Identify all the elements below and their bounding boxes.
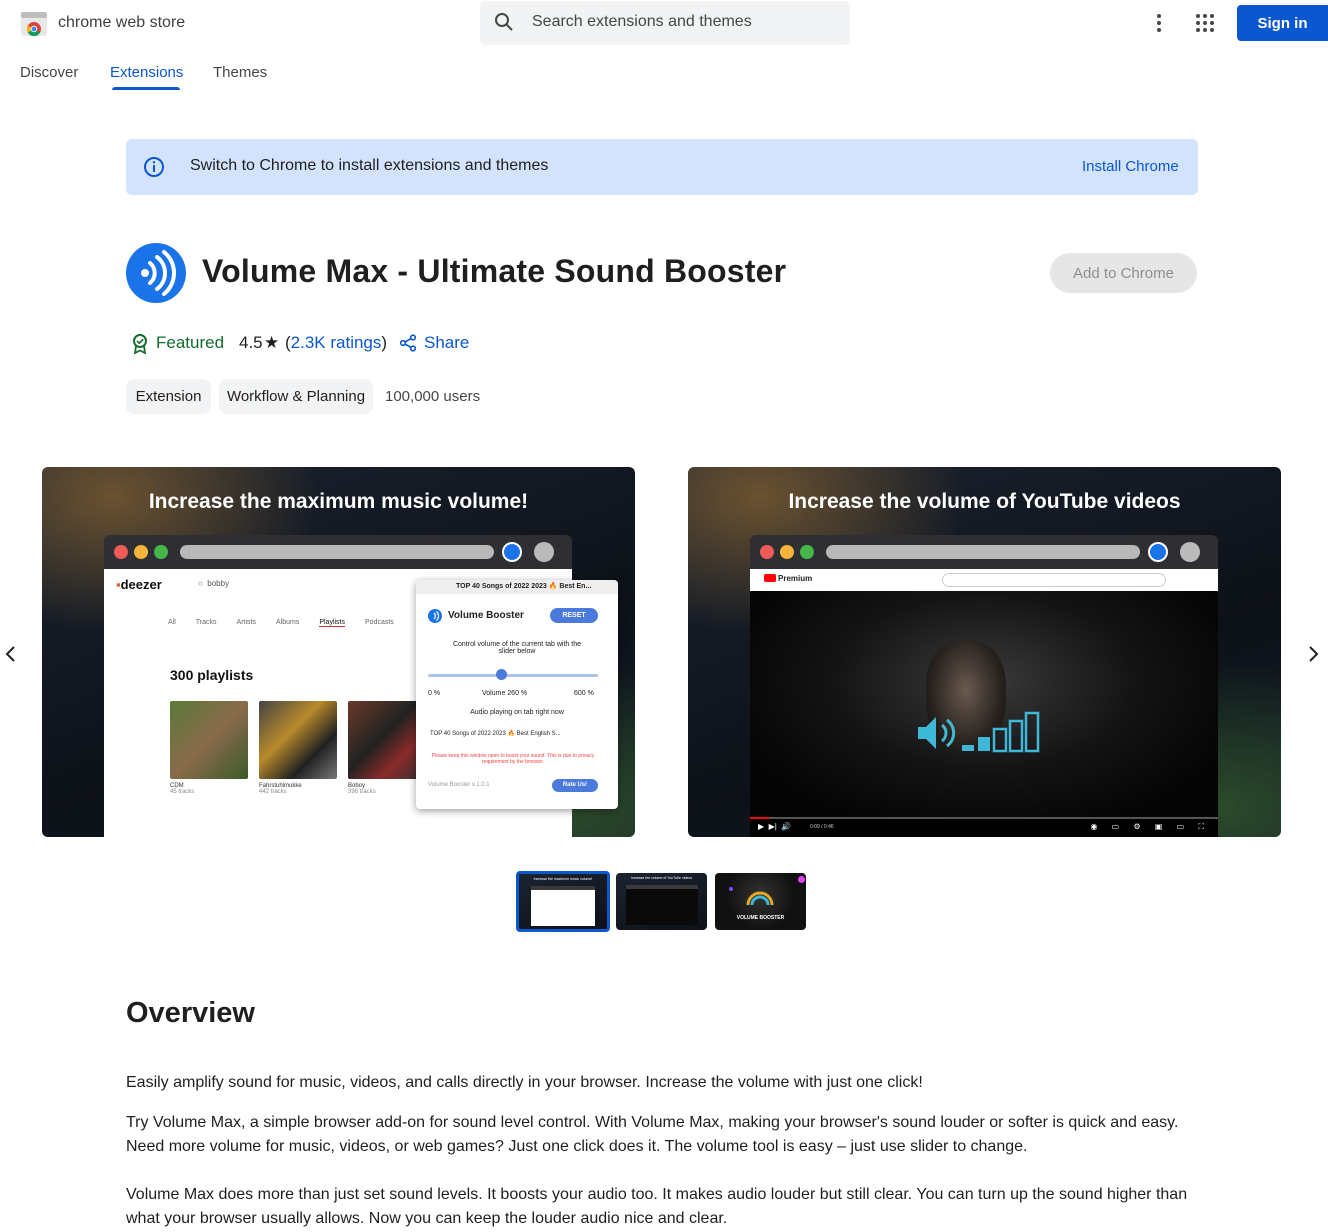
deezer-tabs: All Tracks Artists Albums Playlists Podc… [168, 619, 394, 627]
youtube-header: Premium [750, 569, 1218, 591]
extension-title: Volume Max - Ultimate Sound Booster [202, 253, 787, 289]
youtube-page: Premium ▶ ▶| 🔊 0:09 / 0:46 ◉ ▭ ⚙ ▣ ▭ ⛶ [750, 569, 1218, 837]
mock-url-bar [180, 545, 494, 559]
banner-message: Switch to Chrome to install extensions a… [190, 157, 549, 174]
slider-max: 600 % [574, 690, 594, 697]
carousel-next-icon[interactable] [1306, 645, 1320, 663]
profile-icon [534, 542, 554, 562]
star-icon: ★ [264, 333, 280, 352]
carousel-prev-icon[interactable] [4, 645, 18, 663]
thumbnail-3[interactable]: VOLUME BOOSTER [715, 873, 806, 930]
share-icon[interactable] [399, 334, 417, 352]
reset-button: RESET [550, 608, 598, 623]
volume-booster-icon [428, 609, 442, 623]
volume-slider-knob [495, 669, 507, 680]
ratings-count[interactable]: (2.3K ratings) [285, 333, 387, 353]
popup-version: Volume Booster v.1.0.1 [428, 782, 490, 788]
minimize-dot [780, 545, 794, 559]
featured-badge-icon [133, 334, 147, 354]
maximize-dot [800, 545, 814, 559]
volume-bars-graphic [918, 711, 1040, 753]
playlist-thumb [348, 701, 426, 779]
playlists-heading: 300 playlists [170, 667, 254, 683]
volume-slider [428, 674, 598, 677]
sign-in-button[interactable]: Sign in [1237, 5, 1328, 41]
category-chip-extension[interactable]: Extension [126, 379, 211, 414]
gauge-graphic [746, 891, 774, 906]
minimize-dot [134, 545, 148, 559]
profile-icon [1180, 542, 1200, 562]
video-controls: ▶ ▶| 🔊 0:09 / 0:46 ◉ ▭ ⚙ ▣ ▭ ⛶ [750, 819, 1218, 837]
youtube-logo: Premium [764, 574, 812, 583]
deezer-logo: ▪deezer [116, 577, 162, 592]
popup-warning: Please keep this window open to boost yo… [431, 753, 595, 765]
more-options-icon[interactable] [1150, 12, 1168, 34]
ratings-link[interactable]: 2.3K ratings [291, 333, 382, 352]
overview-heading: Overview [126, 997, 255, 1029]
popup-instructions: Control volume of the current tab with t… [452, 641, 581, 655]
popup-tab-title: TOP 40 Songs of 2022 2023 🔥 Best En... [416, 580, 618, 594]
rate-us-button: Rate Us! [552, 779, 598, 792]
volume-booster-popup: TOP 40 Songs of 2022 2023 🔥 Best En... V… [416, 580, 618, 809]
screenshot-title: Increase the maximum music volume! [148, 490, 529, 513]
overview-paragraph: Try Volume Max, a simple browser add-on … [126, 1114, 1179, 1155]
tab-themes[interactable]: Themes [213, 64, 267, 81]
audio-playing-label: Audio playing on tab right now [470, 709, 564, 716]
mock-browser-bar [750, 535, 1218, 569]
thumbnail-1[interactable]: Increase the maximum music volume! [516, 871, 610, 932]
thumbnail-2[interactable]: Increase the volume of YouTube videos [616, 873, 707, 930]
extension-toolbar-icon [502, 542, 522, 562]
featured-label[interactable]: Featured [156, 333, 224, 353]
slider-volume: Volume 260 % [482, 690, 528, 697]
playlist-caption: Fahrstuhlmukke 442 tracks [259, 783, 302, 795]
screenshot-youtube-volume[interactable]: Increase the volume of YouTube videos Pr… [688, 467, 1281, 837]
tab-discover[interactable]: Discover [20, 64, 78, 81]
close-dot [760, 545, 774, 559]
install-chrome-link[interactable]: Install Chrome [1082, 158, 1179, 175]
close-dot [114, 545, 128, 559]
slider-min: 0 % [428, 690, 441, 697]
share-link[interactable]: Share [424, 333, 469, 353]
search-input[interactable]: Search extensions and themes [532, 13, 752, 31]
brand-name[interactable]: chrome web store [58, 14, 185, 32]
active-tab-indicator [112, 87, 180, 90]
maximize-dot [154, 545, 168, 559]
chrome-web-store-logo[interactable] [20, 10, 48, 38]
screenshot-music-volume[interactable]: Increase the maximum music volume! ▪deez… [42, 467, 635, 837]
mock-url-bar [826, 545, 1140, 559]
google-apps-icon[interactable] [1194, 12, 1216, 34]
playlist-thumb [170, 701, 248, 779]
video-frame [750, 591, 1218, 817]
user-count: 100,000 users [385, 388, 481, 405]
overview-paragraph: Volume Max does more than just set sound… [126, 1186, 1188, 1227]
playlist-caption: Boboy 398 tracks [348, 783, 376, 795]
popup-title: Volume Booster [448, 610, 524, 621]
search-icon [495, 13, 513, 31]
mock-browser-bar [104, 535, 572, 569]
category-chip-workflow[interactable]: Workflow & Planning [219, 379, 373, 414]
deezer-search: ○ bobby [198, 579, 230, 588]
info-icon [144, 157, 164, 177]
extension-icon [126, 243, 186, 303]
add-to-chrome-button[interactable]: Add to Chrome [1050, 253, 1197, 293]
screenshot-title: Increase the volume of YouTube videos [788, 490, 1181, 513]
playing-track: TOP 40 Songs of 2022 2023 🔥 Best English… [430, 731, 561, 737]
rating-value: 4.5 [239, 333, 263, 352]
overview-paragraph: Easily amplify sound for music, videos, … [126, 1074, 923, 1091]
playlist-thumb [259, 701, 337, 779]
youtube-search [942, 573, 1166, 587]
tab-extensions[interactable]: Extensions [110, 64, 183, 81]
extension-toolbar-icon [1148, 542, 1168, 562]
playlist-caption: CDM 45 tracks [170, 783, 195, 795]
